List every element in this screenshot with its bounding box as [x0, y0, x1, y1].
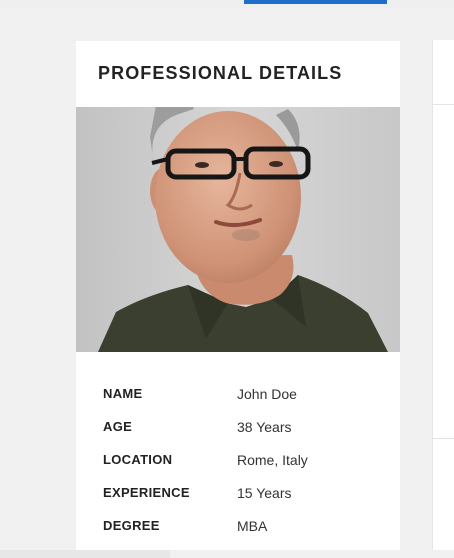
divider [433, 104, 454, 105]
accent-tab-bar[interactable] [244, 0, 387, 4]
profile-photo [76, 107, 400, 352]
detail-label: LOCATION [103, 452, 173, 467]
card-title: PROFESSIONAL DETAILS [98, 63, 343, 83]
detail-row-experience: EXPERIENCE 15 Years [103, 485, 383, 518]
detail-row-age: AGE 38 Years [103, 419, 383, 452]
detail-value: MBA [237, 518, 268, 534]
profile-photo-image [76, 107, 400, 352]
divider [433, 438, 454, 439]
detail-value: 38 Years [237, 419, 292, 435]
detail-label: DEGREE [103, 518, 160, 533]
detail-row-location: LOCATION Rome, Italy [103, 452, 383, 485]
detail-label: EXPERIENCE [103, 485, 190, 500]
detail-value: John Doe [237, 386, 297, 402]
bottom-edge [0, 550, 170, 558]
detail-row-degree: DEGREE MBA [103, 518, 383, 550]
detail-value: 15 Years [237, 485, 292, 501]
details-list: NAME John Doe AGE 38 Years LOCATION Rome… [103, 386, 383, 550]
professional-details-card: PROFESSIONAL DETAILS NAME John Doe AGE 3… [76, 41, 400, 550]
detail-value: Rome, Italy [237, 452, 308, 468]
adjacent-card-edge [432, 40, 454, 550]
detail-label: AGE [103, 419, 133, 434]
detail-label: NAME [103, 386, 143, 401]
detail-row-name: NAME John Doe [103, 386, 383, 419]
